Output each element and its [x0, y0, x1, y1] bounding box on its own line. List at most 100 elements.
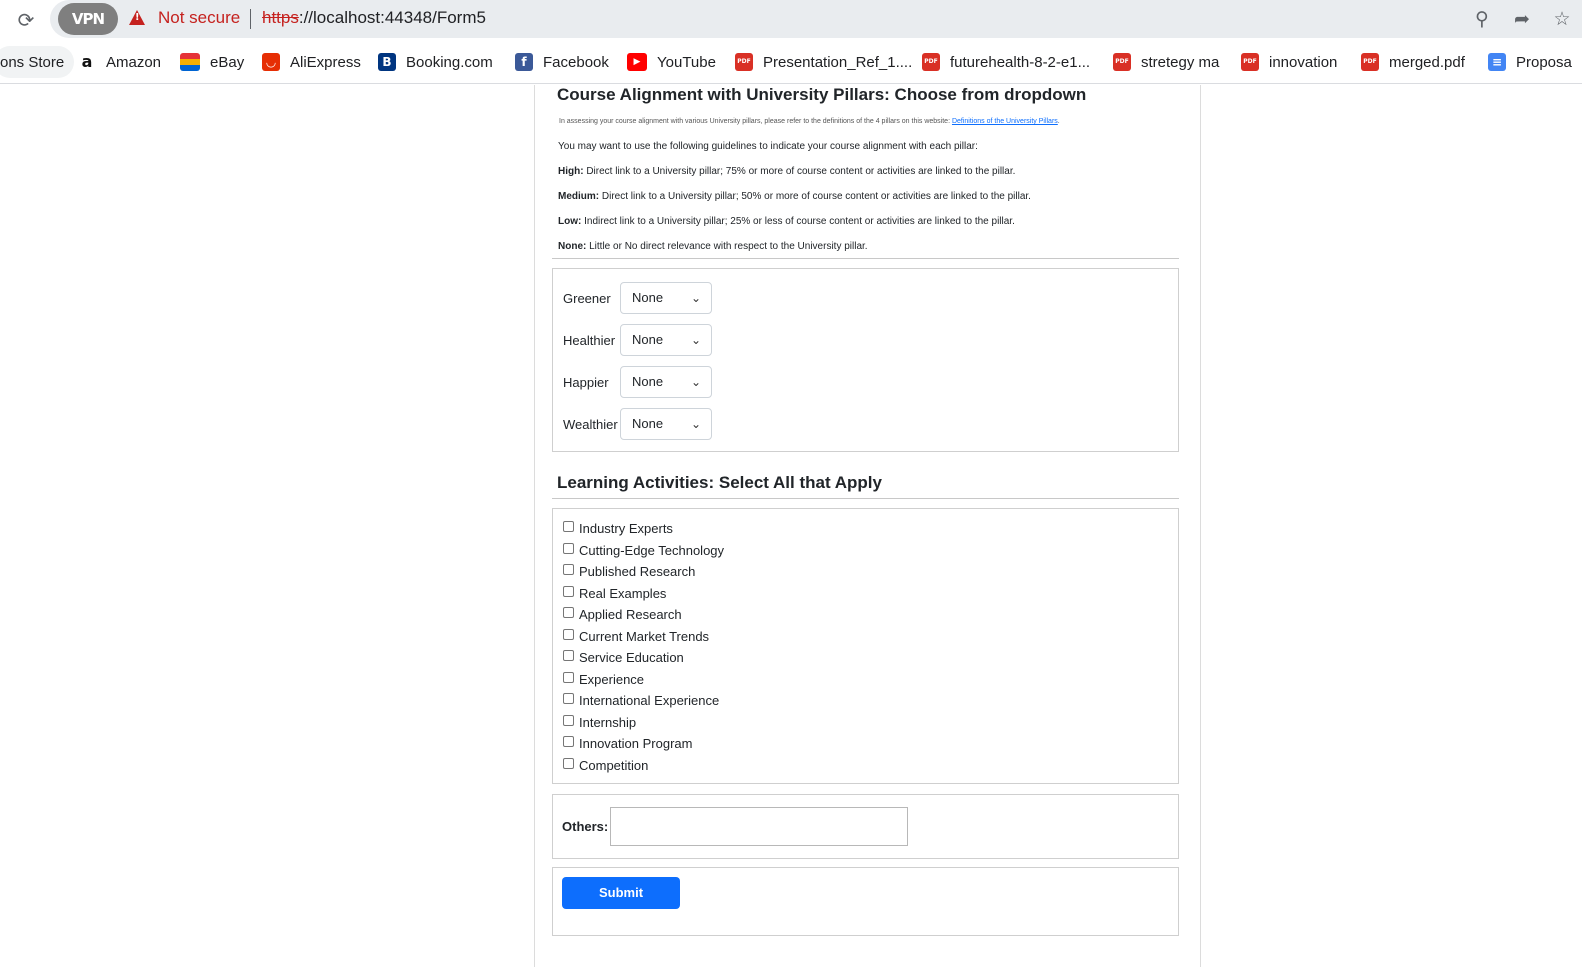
checkbox[interactable]	[563, 649, 574, 661]
pdf-icon: PDF	[1361, 53, 1379, 71]
activity-applied-research[interactable]: Applied Research	[563, 604, 682, 624]
guideline-text: Direct link to a University pillar; 75% …	[583, 166, 1016, 177]
select-value: None	[632, 290, 664, 305]
activity-industry-experts[interactable]: Industry Experts	[563, 518, 673, 538]
docs-icon: ≡	[1488, 53, 1506, 71]
select-value: None	[632, 374, 664, 389]
pillar-label: Wealthier	[563, 416, 618, 432]
activity-experience[interactable]: Experience	[563, 669, 644, 689]
security-status[interactable]: Not secure	[158, 8, 240, 28]
submit-button[interactable]: Submit	[562, 877, 680, 909]
bookmark-merged[interactable]: PDF merged.pdf	[1361, 46, 1465, 78]
divider	[552, 258, 1179, 259]
chevron-down-icon: ⌄	[690, 333, 701, 347]
vpn-badge[interactable]: VPN	[58, 3, 118, 35]
ebay-icon	[180, 53, 200, 71]
activity-label: Real Examples	[579, 585, 667, 601]
pillar-label: Healthier	[563, 332, 616, 348]
bookmark-proposal[interactable]: ≡ Proposa	[1488, 46, 1572, 78]
select-value: None	[632, 332, 664, 347]
bookmark-futurehealth[interactable]: PDF futurehealth-8-2-e1...	[922, 46, 1090, 78]
url-scheme: https	[262, 8, 299, 27]
others-input[interactable]	[610, 807, 908, 846]
url-host: ://localhost:44348/Form5	[298, 8, 486, 27]
reload-icon[interactable]: ⟳	[14, 8, 38, 32]
activities-panel: Industry Experts Cutting-Edge Technology…	[552, 508, 1179, 784]
bookmark-label: ons Store	[0, 53, 65, 71]
guideline-intro: You may want to use the following guidel…	[558, 141, 978, 152]
star-icon[interactable]: ☆	[1549, 6, 1575, 32]
bookmark-presentation[interactable]: PDF Presentation_Ref_1....	[735, 46, 912, 78]
booking-icon: B	[378, 53, 396, 71]
aliexpress-icon: ◡	[262, 53, 280, 71]
guideline-level: High:	[558, 166, 584, 177]
bookmarks-bar: ons Store a Amazon eBay ◡ AliExpress B Book…	[0, 40, 1582, 84]
bookmark-aliexpress[interactable]: ◡ AliExpress	[262, 46, 361, 78]
submit-panel: Submit	[552, 867, 1179, 936]
bookmark-label: Booking.com	[406, 53, 493, 71]
activity-competition[interactable]: Competition	[563, 755, 648, 775]
activity-label: Innovation Program	[579, 735, 693, 751]
divider	[250, 9, 251, 29]
bookmark-innovation[interactable]: PDF innovation	[1241, 46, 1337, 78]
bookmark-youtube[interactable]: ▶ YouTube	[627, 46, 716, 78]
guideline-low: Low: Indirect link to a University pilla…	[558, 216, 1015, 227]
pdf-icon: PDF	[735, 53, 753, 71]
activity-published-research[interactable]: Published Research	[563, 561, 695, 581]
pillar-label: Greener	[563, 290, 611, 306]
guideline-text: Little or No direct relevance with respe…	[586, 241, 868, 252]
zoom-icon[interactable]: ⚲	[1469, 6, 1495, 32]
wealthier-select[interactable]: None ⌄	[620, 408, 712, 440]
greener-select[interactable]: None ⌄	[620, 282, 712, 314]
checkbox[interactable]	[563, 542, 574, 554]
activity-innovation-program[interactable]: Innovation Program	[563, 733, 692, 753]
activity-current-market-trends[interactable]: Current Market Trends	[563, 626, 709, 646]
checkbox[interactable]	[563, 563, 574, 575]
activity-cutting-edge-technology[interactable]: Cutting-Edge Technology	[563, 540, 724, 560]
guideline-text: Indirect link to a University pillar; 25…	[581, 216, 1015, 227]
guideline-text: Direct link to a University pillar; 50% …	[599, 191, 1031, 202]
activity-label: Current Market Trends	[579, 628, 710, 644]
intro-end: .	[1057, 118, 1060, 125]
checkbox[interactable]	[563, 520, 574, 532]
chevron-down-icon: ⌄	[690, 417, 701, 431]
amazon-icon: a	[81, 52, 93, 71]
bookmark-stretegy[interactable]: PDF stretegy ma	[1113, 46, 1219, 78]
bookmark-ebay[interactable]: eBay	[180, 46, 244, 78]
checkbox[interactable]	[563, 606, 574, 618]
checkbox[interactable]	[563, 692, 574, 704]
checkbox[interactable]	[563, 628, 574, 640]
share-icon[interactable]: ➦	[1509, 6, 1535, 32]
checkbox[interactable]	[563, 671, 574, 683]
activity-internship[interactable]: Internship	[563, 712, 636, 732]
bookmark-store[interactable]: ons Store	[0, 46, 75, 78]
bookmark-facebook[interactable]: f Facebook	[515, 46, 609, 78]
checkbox[interactable]	[563, 735, 574, 747]
activity-label: Industry Experts	[579, 520, 673, 536]
pillar-row-wealthier: Wealthier None ⌄	[563, 408, 712, 440]
bookmark-label: YouTube	[657, 53, 716, 71]
checkbox[interactable]	[563, 757, 574, 769]
others-label: Others:	[562, 819, 609, 834]
pillars-definition-link[interactable]: Definitions of the University Pillars	[952, 118, 1058, 125]
activity-international-experience[interactable]: International Experience	[563, 690, 719, 710]
pdf-icon: PDF	[1113, 53, 1131, 71]
activity-service-education[interactable]: Service Education	[563, 647, 684, 667]
page-content: Course Alignment with University Pillars…	[0, 85, 1582, 967]
pillar-row-healthier: Healthier None ⌄	[563, 324, 712, 356]
healthier-select[interactable]: None ⌄	[620, 324, 712, 356]
bookmark-label: stretegy ma	[1141, 53, 1220, 71]
url-text[interactable]: https://localhost:44348/Form5	[262, 8, 486, 28]
bookmark-label: eBay	[210, 53, 245, 71]
checkbox[interactable]	[563, 585, 574, 597]
activity-label: Published Research	[579, 563, 696, 579]
select-value: None	[632, 416, 664, 431]
others-panel: Others:	[552, 794, 1179, 859]
pdf-icon: PDF	[1241, 53, 1259, 71]
activity-label: Applied Research	[579, 606, 682, 622]
bookmark-booking[interactable]: B Booking.com	[378, 46, 493, 78]
happier-select[interactable]: None ⌄	[620, 366, 712, 398]
checkbox[interactable]	[563, 714, 574, 726]
bookmark-amazon[interactable]: a Amazon	[78, 46, 161, 78]
activity-real-examples[interactable]: Real Examples	[563, 583, 666, 603]
